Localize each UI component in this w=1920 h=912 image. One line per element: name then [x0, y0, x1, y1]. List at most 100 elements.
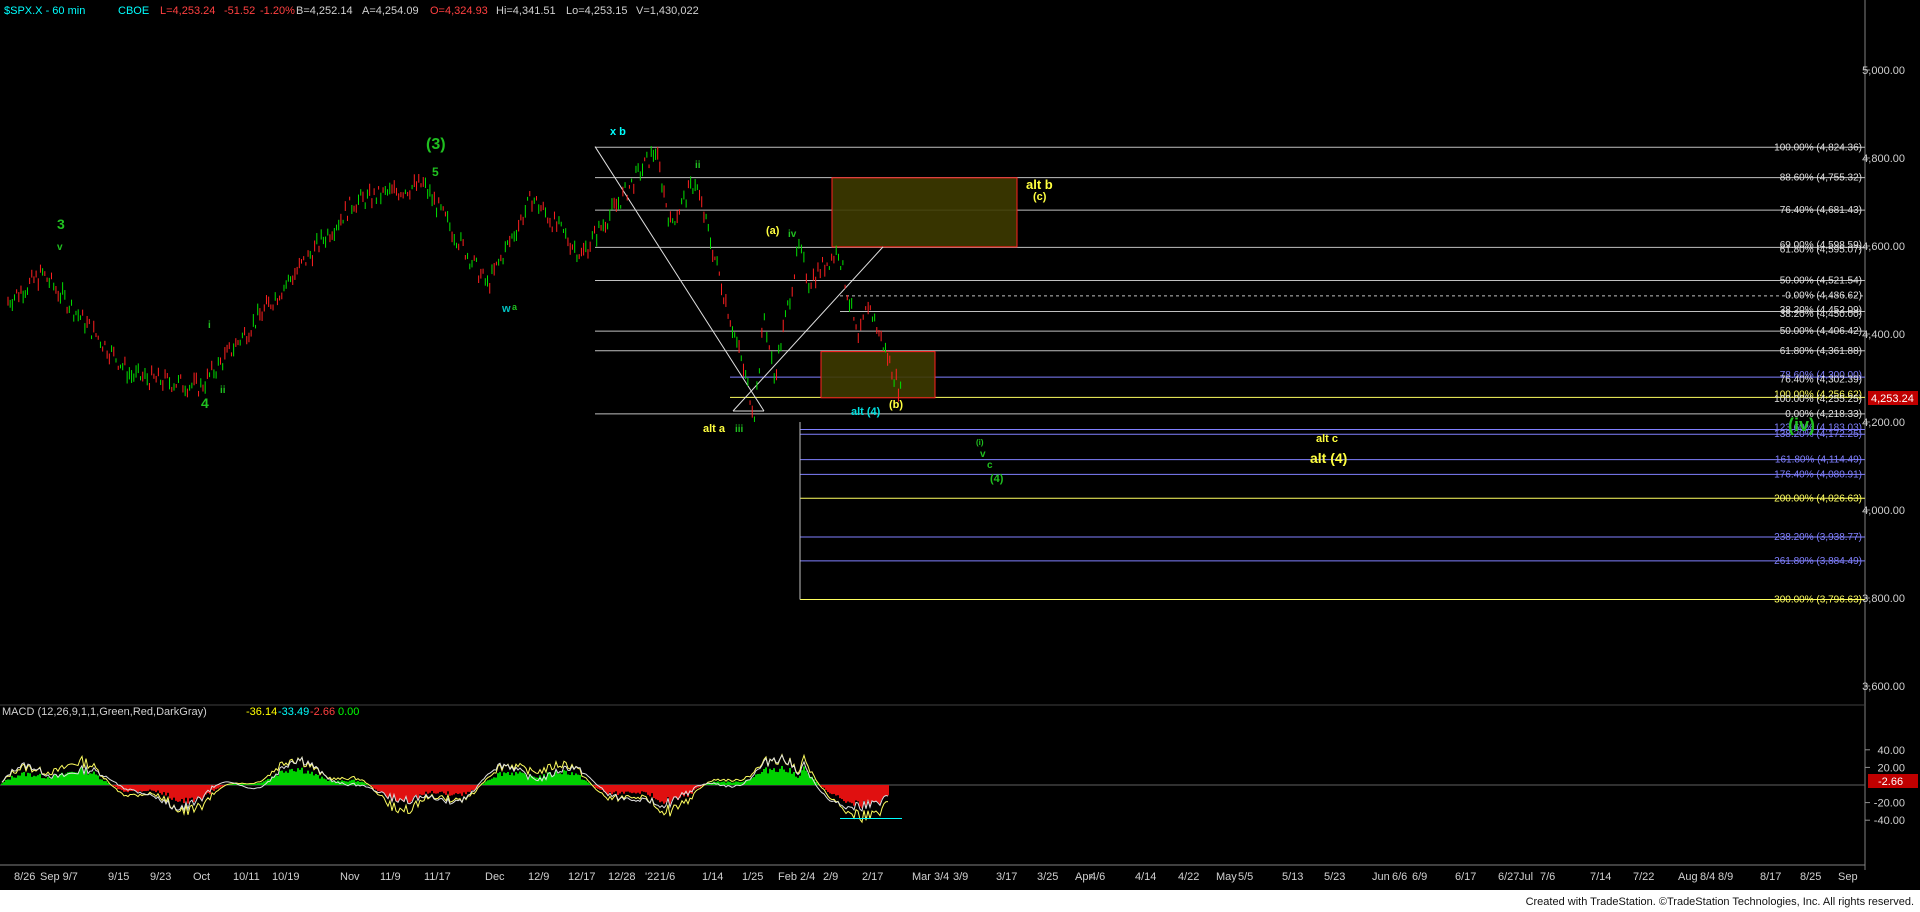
- last-price: L=4,253.24: [160, 5, 215, 17]
- date-tick-label: 6/9: [1412, 871, 1427, 883]
- wave-label-w3: 3: [57, 216, 65, 232]
- date-tick-label: 6/6: [1392, 871, 1407, 883]
- fib-label: 300.00% (3,796.63): [1774, 594, 1862, 605]
- wave-label-walt4b: alt (4): [1310, 450, 1347, 466]
- fib-label: 76.40% (4,681.43): [1780, 205, 1862, 216]
- wave-label-walt4: alt (4): [851, 406, 881, 418]
- macd-value-4: 0.00: [338, 706, 359, 718]
- fib-label: 100.00% (4,824.36): [1774, 142, 1862, 153]
- fib-label: 50.00% (4,521.54): [1780, 276, 1862, 287]
- date-tick-label: 12/9: [528, 871, 549, 883]
- ask-price: A=4,254.09: [362, 5, 419, 17]
- date-tick-label: 4/6: [1090, 871, 1105, 883]
- wave-label-w4: 4: [201, 395, 209, 411]
- date-tick-label: 12/28: [608, 871, 636, 883]
- wave-label-w4p: (4): [990, 473, 1004, 485]
- wave-label-wc2: c: [987, 460, 993, 471]
- wave-label-wiii: iii: [735, 424, 744, 435]
- date-tick-label: 5/23: [1324, 871, 1345, 883]
- wave-label-w5: 5: [432, 165, 439, 179]
- wave-label-walta: alt a: [703, 423, 726, 435]
- wave-label-wii: ii: [220, 385, 226, 396]
- macd-tick-label: 40.00: [1877, 745, 1905, 757]
- date-tick-label: 5/5: [1238, 871, 1253, 883]
- date-tick-label: 4/14: [1135, 871, 1156, 883]
- date-tick-label: 8/17: [1760, 871, 1781, 883]
- date-tick-label: 10/11: [233, 871, 260, 883]
- fib-label: 161.80% (4,114.49): [1775, 455, 1862, 466]
- wave-label-wv: v: [980, 449, 986, 460]
- date-tick-label: 2/17: [862, 871, 883, 883]
- date-tick-label: 1/6: [660, 871, 675, 883]
- price-change: -51.52: [224, 5, 255, 17]
- date-tick-label: Jun: [1372, 871, 1390, 883]
- date-tick-label: 1/14: [702, 871, 723, 883]
- fib-label: 261.80% (3,884.49): [1774, 556, 1862, 567]
- price-change-pct: -1.20%: [260, 5, 295, 17]
- date-tick-label: 6/27: [1498, 871, 1519, 883]
- low-price: Lo=4,253.15: [566, 5, 627, 17]
- date-tick-label: Nov: [340, 871, 360, 883]
- date-tick-label: '22: [645, 871, 659, 883]
- date-tick-label: 12/17: [568, 871, 596, 883]
- price-tick-label: 3,600.00: [1862, 681, 1905, 693]
- high-price: Hi=4,341.51: [496, 5, 556, 17]
- wave-label-wi: i: [208, 320, 211, 331]
- date-tick-label: 2/4: [800, 871, 815, 883]
- date-tick-label: 3/17: [996, 871, 1017, 883]
- date-tick-label: 2/9: [823, 871, 838, 883]
- wave-label-w0: (i): [976, 438, 984, 447]
- fib-label: 88.60% (4,755.32): [1780, 173, 1862, 184]
- date-tick-label: 4/22: [1178, 871, 1199, 883]
- target-box-lower: [820, 351, 936, 399]
- price-tick-label: 4,600.00: [1862, 241, 1905, 253]
- wave-label-wxb: x b: [610, 126, 626, 138]
- date-tick-label: Aug: [1678, 871, 1698, 883]
- date-tick-label: 10/19: [272, 871, 300, 883]
- price-tag: 4,253.24: [1871, 393, 1914, 405]
- date-tick-label: 11/17: [424, 871, 451, 883]
- price-tick-label: 5,000.00: [1862, 65, 1905, 77]
- fib-label: 176.40% (4,080.91): [1774, 469, 1862, 480]
- macd-value-1: -36.14: [246, 706, 277, 718]
- bid-price: B=4,252.14: [296, 5, 353, 17]
- date-tick-label: 5/13: [1282, 871, 1303, 883]
- date-tick-label: 3/25: [1037, 871, 1058, 883]
- wave-label-wb: (b): [889, 399, 903, 411]
- target-box-upper: [831, 177, 1018, 248]
- date-tick-label: Mar: [912, 871, 931, 883]
- macd-value-2: -33.49: [278, 706, 309, 718]
- fib-label: 0.00% (4,486.62): [1785, 290, 1862, 301]
- date-tick-label: 6/17: [1455, 871, 1476, 883]
- chart-symbol: $SPX.X - 60 min: [4, 5, 85, 17]
- date-tick-label: Feb: [778, 871, 797, 883]
- date-tick-label: 7/14: [1590, 871, 1611, 883]
- date-tick-label: 7/22: [1633, 871, 1654, 883]
- macd-tick-label: -20.00: [1874, 798, 1905, 810]
- macd-label: MACD (12,26,9,1,1,Green,Red,DarkGray): [2, 706, 207, 718]
- fib-label: 100.00% (4,255.25): [1774, 394, 1862, 405]
- date-tick-label: Oct: [193, 871, 210, 883]
- fib-label: 38.20% (4,450.00): [1780, 309, 1862, 320]
- wave-label-waltc: alt c: [1316, 433, 1338, 445]
- price-tick-label: 3,800.00: [1862, 593, 1905, 605]
- date-tick-label: Sep: [1838, 871, 1858, 883]
- price-tick-label: 4,000.00: [1862, 505, 1905, 517]
- wave-label-wc: (c): [1033, 191, 1047, 203]
- wave-label-wwa: w: [501, 303, 511, 315]
- price-tick-label: 4,400.00: [1862, 329, 1905, 341]
- date-tick-label: 9/23: [150, 871, 171, 883]
- fib-label: 76.40% (4,302.39): [1780, 374, 1862, 385]
- macd-tick-label: -40.00: [1874, 815, 1905, 827]
- macd-value-3: -2.66: [310, 706, 335, 718]
- chart-exchange: CBOE: [118, 5, 149, 17]
- fib-label: 61.80% (4,361.88): [1780, 346, 1862, 357]
- macd-tick-label: 20.00: [1877, 762, 1905, 774]
- wave-label-wa: (a): [766, 225, 780, 237]
- date-tick-label: 8/25: [1800, 871, 1821, 883]
- wave-label-w3v: v: [57, 242, 63, 253]
- open-price: O=4,324.93: [430, 5, 488, 17]
- fib-label: 69.00% (4,598.59): [1780, 240, 1862, 251]
- price-tick-label: 4,800.00: [1862, 153, 1905, 165]
- fib-label: 238.20% (3,938.77): [1774, 532, 1862, 543]
